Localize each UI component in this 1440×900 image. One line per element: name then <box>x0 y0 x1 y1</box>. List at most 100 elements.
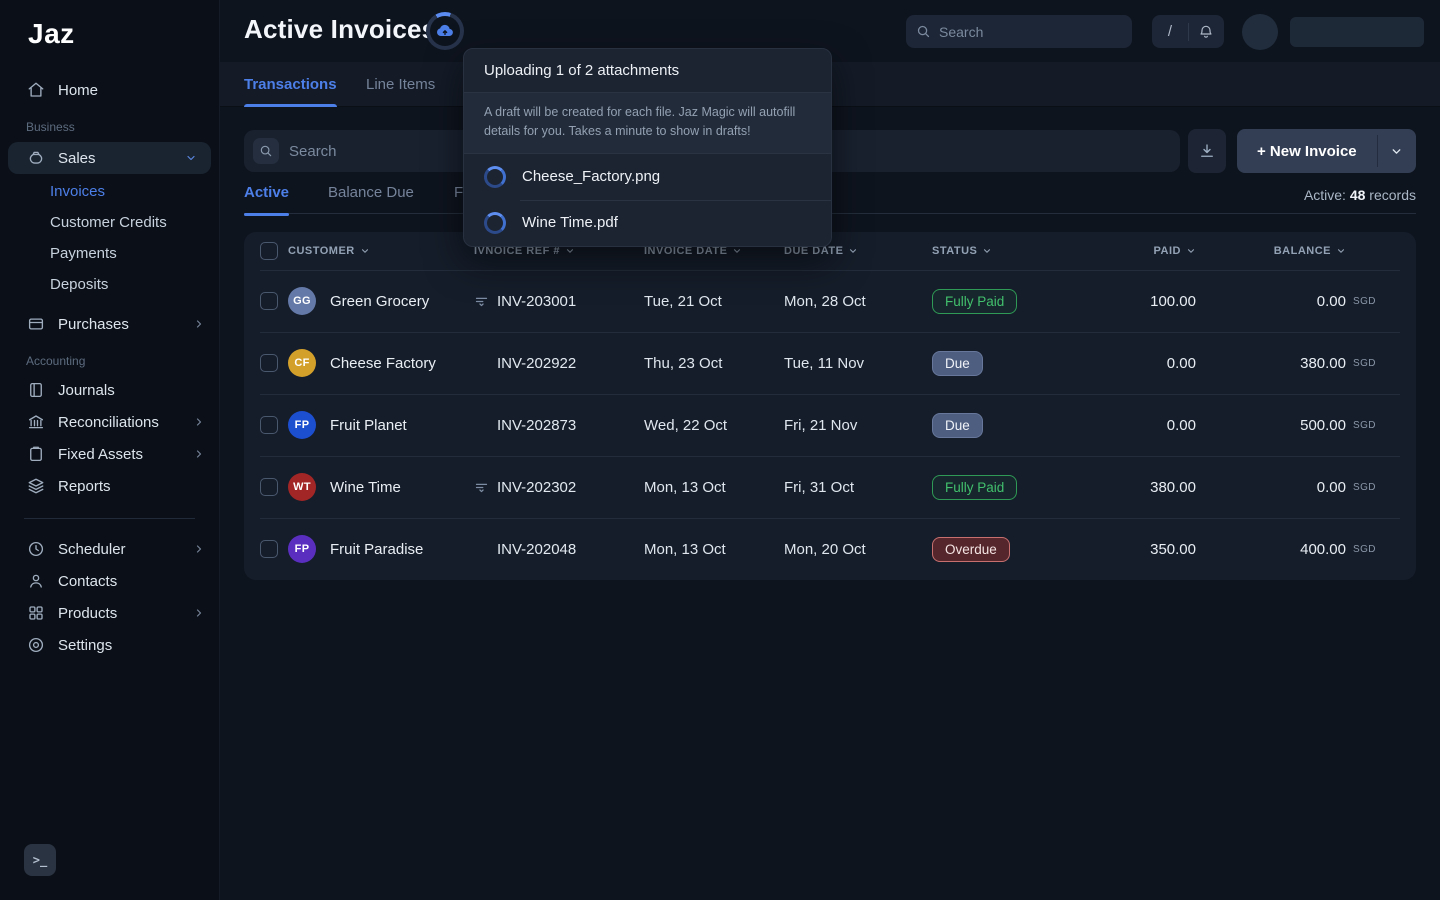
row-checkbox[interactable] <box>260 354 278 372</box>
sidebar-item-journals[interactable]: Journals <box>0 374 219 406</box>
avatar: FP <box>288 535 316 563</box>
sidebar-item-label: Purchases <box>58 315 129 333</box>
sidebar-item-scheduler[interactable]: Scheduler <box>0 533 219 565</box>
sidebar-item-label: Sales <box>58 149 96 167</box>
table-row[interactable]: GG Green Grocery INV-203001 Tue, 21 Oct M… <box>244 270 1416 332</box>
invoice-ref: INV-203001 <box>497 292 577 310</box>
sort-icon <box>361 249 368 253</box>
balance-amount: 500.00 <box>1300 416 1346 434</box>
paid-amount: 350.00 <box>1150 540 1196 558</box>
customer-name: Fruit Paradise <box>330 540 424 558</box>
invoice-ref: INV-202048 <box>497 540 577 558</box>
sidebar-item-label: Products <box>58 604 118 622</box>
upload-progress-button[interactable] <box>426 12 464 50</box>
sidebar-item-reports[interactable]: Reports <box>0 470 219 502</box>
due-date: Fri, 21 Nov <box>784 416 858 434</box>
column-header-status[interactable]: Status <box>932 245 1132 257</box>
paid-amount: 380.00 <box>1150 478 1196 496</box>
sort-icon <box>734 249 741 253</box>
currency-label: SGD <box>1353 543 1376 555</box>
sidebar-item-label: Fixed Assets <box>58 445 144 463</box>
slash-shortcut-icon[interactable]: / <box>1153 23 1188 40</box>
table-row[interactable]: FP Fruit Planet INV-202873 Wed, 22 Oct Fr… <box>244 394 1416 456</box>
sort-icon <box>566 249 574 253</box>
due-date: Tue, 11 Nov <box>784 354 865 372</box>
column-header-due-date[interactable]: Due Date <box>784 245 932 257</box>
due-date: Fri, 31 Oct <box>784 478 855 496</box>
sidebar-item-sales[interactable]: Sales <box>8 142 211 174</box>
new-invoice-button[interactable]: + New Invoice <box>1237 129 1377 173</box>
customer-name: Green Grocery <box>330 292 430 310</box>
sidebar-item-label: Contacts <box>58 572 118 590</box>
currency-label: SGD <box>1353 295 1376 307</box>
row-checkbox[interactable] <box>260 416 278 434</box>
invoice-ref: INV-202302 <box>497 478 577 496</box>
chevron-right-icon <box>193 318 205 330</box>
global-search <box>906 15 1132 48</box>
column-header-balance[interactable]: Balance <box>1196 245 1346 257</box>
column-header-ref[interactable]: Ivnoice Ref # <box>474 245 644 257</box>
sidebar-item-label: Scheduler <box>58 540 126 558</box>
sidebar-item-home[interactable]: Home <box>0 74 219 106</box>
new-invoice-dropdown-button[interactable] <box>1378 129 1416 173</box>
search-icon <box>916 24 931 39</box>
filter-tab-balance-due[interactable]: Balance Due <box>328 184 414 214</box>
grid-icon <box>26 603 46 623</box>
journal-icon <box>26 380 46 400</box>
sort-icon <box>1187 249 1195 253</box>
sidebar-item-reconciliations[interactable]: Reconciliations <box>0 406 219 438</box>
user-avatar[interactable] <box>1242 14 1278 50</box>
bank-icon <box>26 412 46 432</box>
sidebar-item-payments[interactable]: Payments <box>0 238 219 269</box>
select-all-checkbox[interactable] <box>260 242 278 260</box>
invoices-table: Customer Ivnoice Ref # Invoice Date Due … <box>244 232 1416 580</box>
tab-line-items[interactable]: Line Items <box>366 62 435 107</box>
chevron-right-icon <box>193 416 205 428</box>
column-header-invoice-date[interactable]: Invoice Date <box>644 245 784 257</box>
chevron-down-icon <box>1390 145 1403 158</box>
filter-tab-active[interactable]: Active <box>244 184 290 216</box>
sidebar-item-fixed-assets[interactable]: Fixed Assets <box>0 438 219 470</box>
bell-icon[interactable] <box>1189 24 1224 40</box>
chevron-right-icon <box>193 448 205 460</box>
table-row[interactable]: FP Fruit Paradise INV-202048 Mon, 13 Oct … <box>244 518 1416 580</box>
clipboard-icon <box>26 444 46 464</box>
file-name: Wine Time.pdf <box>522 214 618 231</box>
spinner-icon <box>484 165 506 188</box>
sidebar-item-invoices[interactable]: Invoices <box>0 176 219 207</box>
terminal-icon: >_ <box>32 853 48 867</box>
installments-icon <box>474 294 489 309</box>
sidebar-item-label: Reconciliations <box>58 413 159 431</box>
app-window: Jaz Home Business Sales Invoices Custome… <box>0 0 1440 900</box>
terminal-button[interactable]: >_ <box>24 844 56 876</box>
paid-amount: 0.00 <box>1166 354 1196 372</box>
row-checkbox[interactable] <box>260 478 278 496</box>
home-icon <box>26 80 46 100</box>
sidebar-item-settings[interactable]: Settings <box>0 629 219 661</box>
sidebar-item-customer-credits[interactable]: Customer Credits <box>0 207 219 238</box>
column-header-customer[interactable]: Customer <box>288 245 474 257</box>
tab-transactions[interactable]: Transactions <box>244 62 337 107</box>
paid-amount: 0.00 <box>1166 416 1196 434</box>
sidebar-item-products[interactable]: Products <box>0 597 219 629</box>
upload-cloud-icon <box>430 16 460 46</box>
customer-name: Wine Time <box>330 478 401 496</box>
row-checkbox[interactable] <box>260 540 278 558</box>
column-header-paid[interactable]: Paid <box>1132 245 1196 257</box>
balance-amount: 0.00 <box>1316 478 1346 496</box>
new-invoice-split-button: + New Invoice <box>1237 129 1416 173</box>
paid-amount: 100.00 <box>1150 292 1196 310</box>
sidebar: Jaz Home Business Sales Invoices Custome… <box>0 0 220 900</box>
sidebar-item-contacts[interactable]: Contacts <box>0 565 219 597</box>
card-icon <box>26 314 46 334</box>
uploading-file-row: Wine Time.pdf <box>464 199 831 246</box>
sidebar-item-deposits[interactable]: Deposits <box>0 269 219 300</box>
global-search-input[interactable] <box>939 23 1122 40</box>
row-checkbox[interactable] <box>260 292 278 310</box>
table-row[interactable]: WT Wine Time INV-202302 Mon, 13 Oct Fri, … <box>244 456 1416 518</box>
avatar: WT <box>288 473 316 501</box>
download-button[interactable] <box>1188 129 1226 173</box>
table-row[interactable]: CF Cheese Factory INV-202922 Thu, 23 Oct … <box>244 332 1416 394</box>
sidebar-item-purchases[interactable]: Purchases <box>0 308 219 340</box>
sidebar-item-label: Settings <box>58 636 113 654</box>
